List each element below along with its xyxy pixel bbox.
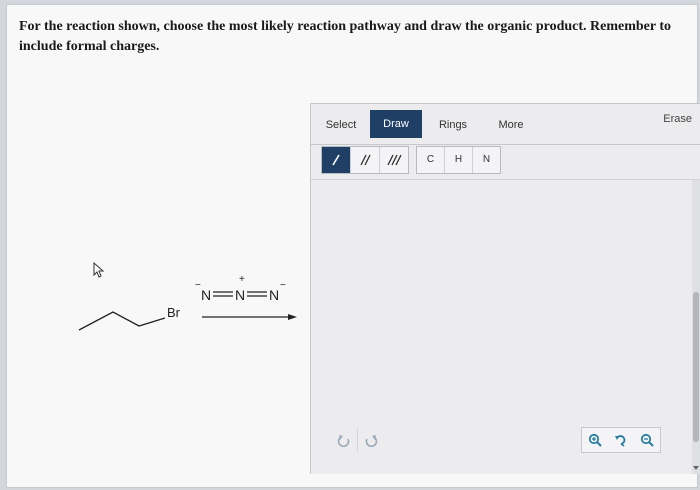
double-bond-button[interactable] xyxy=(351,147,380,173)
azide-n2: N xyxy=(235,287,245,303)
redo-icon xyxy=(365,435,378,447)
reset-zoom-button[interactable] xyxy=(608,428,634,452)
question-sheet: For the reaction shown, choose the most … xyxy=(6,4,700,488)
zoom-in-button[interactable] xyxy=(582,428,608,452)
double-bond-icon xyxy=(360,154,371,166)
toolbar-divider xyxy=(311,144,700,145)
single-bond-button[interactable] xyxy=(322,147,351,173)
atom-carbon-button[interactable]: C xyxy=(417,147,445,173)
history-controls xyxy=(331,428,384,452)
tab-rings[interactable]: Rings xyxy=(433,112,473,138)
drawing-widget: Select Draw Rings More Erase C H N xyxy=(310,103,700,474)
redo-button[interactable] xyxy=(358,428,384,452)
substrate-skeleton xyxy=(78,311,166,331)
undo-icon xyxy=(337,435,350,447)
tab-select[interactable]: Select xyxy=(319,112,363,138)
canvas-scrollbar[interactable] xyxy=(692,180,700,474)
triple-bond-icon xyxy=(387,154,402,166)
question-text: For the reaction shown, choose the most … xyxy=(19,19,671,54)
tab-more[interactable]: More xyxy=(491,112,531,138)
zoom-in-icon xyxy=(588,433,602,447)
reset-zoom-icon xyxy=(615,435,626,447)
undo-button[interactable] xyxy=(331,428,358,452)
reaction-scheme: Br − N + N N − xyxy=(67,260,317,350)
zoom-out-icon xyxy=(640,433,654,447)
zoom-out-button[interactable] xyxy=(634,428,660,452)
scroll-down-icon[interactable] xyxy=(693,466,699,470)
triple-bond-button[interactable] xyxy=(380,147,408,173)
single-bond-icon xyxy=(332,154,340,166)
zoom-controls xyxy=(581,427,661,453)
atom-nitrogen-button[interactable]: N xyxy=(473,147,500,173)
toolbar-tabs: Select Draw Rings More Erase xyxy=(311,104,700,138)
azide-n2-charge: + xyxy=(239,274,245,285)
tab-draw[interactable]: Draw xyxy=(370,110,422,138)
bromine-label: Br xyxy=(167,305,181,320)
bond-tools xyxy=(321,146,409,174)
azide-n3: N xyxy=(269,287,279,303)
atom-hydrogen-button[interactable]: H xyxy=(445,147,473,173)
erase-button[interactable]: Erase xyxy=(663,113,692,125)
azide-n3-charge: − xyxy=(280,280,286,291)
scrollbar-thumb[interactable] xyxy=(693,292,699,442)
atom-tools: C H N xyxy=(416,146,501,174)
azide-n1: N xyxy=(201,287,211,303)
